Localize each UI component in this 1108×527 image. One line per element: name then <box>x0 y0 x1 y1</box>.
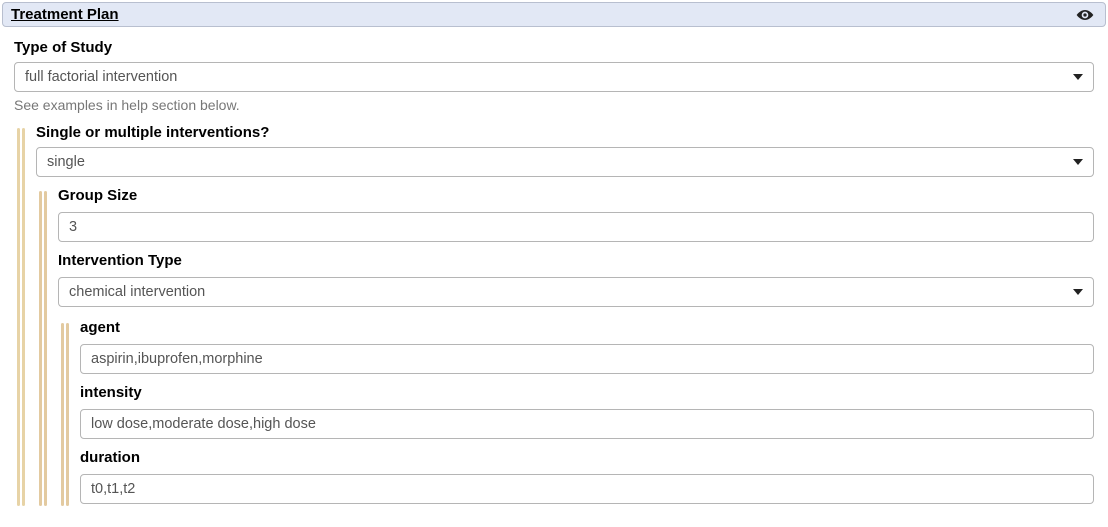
intensity-input[interactable]: low dose,moderate dose,high dose <box>80 409 1094 439</box>
indent-guide <box>61 323 69 506</box>
agent-input[interactable]: aspirin,ibuprofen,morphine <box>80 344 1094 374</box>
agent-label: agent <box>80 313 1094 340</box>
group-size-label: Group Size <box>58 181 1094 208</box>
duration-value: t0,t1,t2 <box>91 481 1083 497</box>
intervention-mode-label: Single or multiple interventions? <box>36 118 1094 145</box>
intervention-type-value: chemical intervention <box>69 284 1065 300</box>
form-root: Type of Study full factorial interventio… <box>0 29 1108 506</box>
duration-input[interactable]: t0,t1,t2 <box>80 474 1094 504</box>
indent-guide <box>17 128 25 506</box>
agent-value: aspirin,ibuprofen,morphine <box>91 351 1083 367</box>
type-of-study-value: full factorial intervention <box>25 69 1065 85</box>
group-size-value: 3 <box>69 219 1083 235</box>
intensity-label: intensity <box>80 378 1094 405</box>
chevron-down-icon <box>1073 74 1083 80</box>
intervention-type-label: Intervention Type <box>58 246 1094 273</box>
intervention-mode-value: single <box>47 154 1065 170</box>
indent-guide <box>39 191 47 506</box>
type-of-study-label: Type of Study <box>14 33 1094 60</box>
panel-title: Treatment Plan <box>11 6 119 23</box>
chevron-down-icon <box>1073 159 1083 165</box>
intensity-value: low dose,moderate dose,high dose <box>91 416 1083 432</box>
duration-label: duration <box>80 443 1094 470</box>
chevron-down-icon <box>1073 289 1083 295</box>
intervention-type-select[interactable]: chemical intervention <box>58 277 1094 307</box>
panel-header: Treatment Plan <box>2 2 1106 27</box>
type-of-study-select[interactable]: full factorial intervention <box>14 62 1094 92</box>
group-size-input[interactable]: 3 <box>58 212 1094 242</box>
type-of-study-helper: See examples in help section below. <box>14 94 1094 116</box>
visibility-toggle-icon[interactable] <box>1075 8 1095 22</box>
intervention-mode-select[interactable]: single <box>36 147 1094 177</box>
